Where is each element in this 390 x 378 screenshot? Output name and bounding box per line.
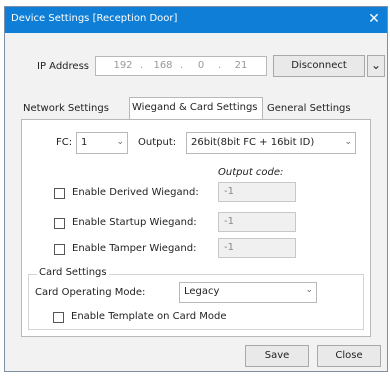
enable-startup-wiegand-label: Enable Startup Wiegand: — [72, 217, 197, 228]
disconnect-button[interactable]: Disconnect — [273, 55, 365, 77]
window-title: Device Settings [Reception Door] — [11, 13, 178, 24]
fc-value: 1 — [81, 137, 88, 148]
ip-address-label: IP Address — [37, 61, 89, 72]
fc-select[interactable]: 1 ⌄ — [76, 132, 128, 154]
output-value: 26bit(8bit FC + 16bit ID) — [191, 137, 315, 148]
card-operating-mode-select[interactable]: Legacy ⌄ — [179, 282, 317, 303]
ip-address-input[interactable]: 192 . 168 . 0 . 21 — [95, 56, 267, 76]
output-code-header: Output code: — [218, 167, 284, 178]
enable-tamper-wiegand-label: Enable Tamper Wiegand: — [72, 243, 197, 254]
close-button[interactable]: Close — [317, 345, 381, 367]
tab-wiegand-card-settings[interactable]: Wiegand & Card Settings — [129, 97, 263, 120]
card-settings-group: Card Settings Card Operating Mode: Legac… — [28, 267, 364, 330]
connection-dropdown-button[interactable]: ⌄ — [367, 55, 385, 77]
chevron-down-icon: ⌄ — [344, 137, 352, 147]
ip-octet-2[interactable]: 168 — [148, 60, 178, 71]
wiegand-card-panel: FC: 1 ⌄ Output: 26bit(8bit FC + 16bit ID… — [21, 119, 371, 337]
enable-template-on-card-label: Enable Template on Card Mode — [71, 311, 227, 322]
ip-octet-1[interactable]: 192 — [108, 60, 138, 71]
output-label: Output: — [138, 137, 177, 148]
ip-dot: . — [180, 60, 184, 71]
tab-general-settings[interactable]: General Settings — [265, 99, 365, 119]
chevron-down-icon: ⌄ — [305, 285, 313, 295]
ip-octet-4[interactable]: 21 — [226, 60, 256, 71]
startup-wiegand-code-field[interactable]: -1 — [218, 212, 296, 232]
enable-tamper-wiegand-checkbox[interactable] — [54, 244, 65, 255]
chevron-down-icon: ⌄ — [370, 58, 382, 72]
enable-template-on-card-checkbox[interactable] — [53, 312, 64, 323]
tamper-wiegand-code-field[interactable]: -1 — [218, 238, 296, 258]
derived-wiegand-code-field[interactable]: -1 — [218, 182, 296, 202]
tab-network-settings[interactable]: Network Settings — [21, 99, 125, 119]
device-settings-window: Device Settings [Reception Door] ✕ IP Ad… — [4, 6, 388, 372]
save-button[interactable]: Save — [245, 345, 309, 367]
chevron-down-icon: ⌄ — [116, 137, 124, 147]
enable-derived-wiegand-label: Enable Derived Wiegand: — [72, 187, 199, 198]
card-operating-mode-value: Legacy — [184, 286, 220, 297]
close-icon[interactable]: ✕ — [363, 9, 385, 29]
enable-derived-wiegand-checkbox[interactable] — [54, 188, 65, 199]
title-bar: Device Settings [Reception Door] ✕ — [5, 7, 387, 33]
ip-dot: . — [218, 60, 222, 71]
enable-startup-wiegand-checkbox[interactable] — [54, 218, 65, 229]
ip-octet-3[interactable]: 0 — [186, 60, 216, 71]
ip-dot: . — [140, 60, 144, 71]
card-operating-mode-label: Card Operating Mode: — [35, 287, 146, 298]
output-select[interactable]: 26bit(8bit FC + 16bit ID) ⌄ — [186, 132, 356, 154]
fc-label: FC: — [56, 137, 73, 148]
card-settings-group-label: Card Settings — [37, 267, 109, 278]
